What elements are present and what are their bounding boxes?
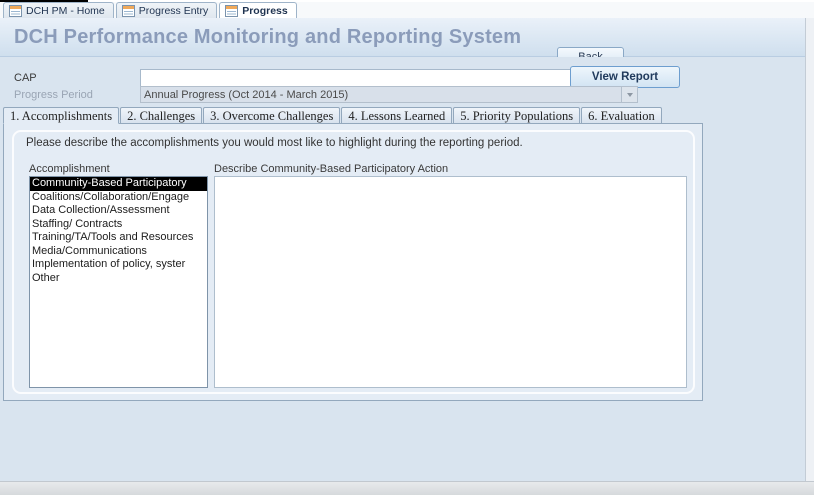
list-item[interactable]: Other bbox=[30, 272, 207, 286]
list-item[interactable]: Coalitions/Collaboration/Engage bbox=[30, 191, 207, 205]
chevron-down-icon bbox=[627, 93, 633, 97]
progress-period-label: Progress Period bbox=[14, 89, 93, 101]
document-tab-home[interactable]: DCH PM - Home bbox=[3, 2, 114, 18]
tab-challenges[interactable]: 2. Challenges bbox=[120, 107, 202, 124]
tab-lessons-learned[interactable]: 4. Lessons Learned bbox=[341, 107, 452, 124]
cap-label: CAP bbox=[14, 72, 37, 84]
vertical-scrollbar[interactable] bbox=[805, 18, 814, 481]
list-item[interactable]: Data Collection/Assessment bbox=[30, 204, 207, 218]
form-icon bbox=[9, 5, 22, 17]
tab-overcome-challenges[interactable]: 3. Overcome Challenges bbox=[203, 107, 340, 124]
list-item[interactable]: Community-Based Participatory bbox=[30, 177, 207, 191]
accomplishments-tab-page: Please describe the accomplishments you … bbox=[3, 123, 703, 401]
describe-label: Describe Community-Based Participatory A… bbox=[214, 163, 448, 175]
progress-period-value: Annual Progress (Oct 2014 - March 2015) bbox=[141, 87, 621, 102]
document-tab-label: DCH PM - Home bbox=[26, 5, 105, 17]
form-icon bbox=[225, 5, 238, 17]
describe-textarea[interactable] bbox=[214, 176, 687, 388]
tab-accomplishments[interactable]: 1. Accomplishments bbox=[3, 107, 119, 124]
document-tab-bar: DCH PM - Home Progress Entry Progress bbox=[0, 2, 814, 18]
list-item[interactable]: Staffing/ Contracts bbox=[30, 218, 207, 232]
form-body: CAP View Report Progress Period Annual P… bbox=[0, 57, 814, 481]
form-icon bbox=[122, 5, 135, 17]
page-title: DCH Performance Monitoring and Reporting… bbox=[14, 26, 521, 49]
cap-combobox-value bbox=[141, 70, 622, 86]
cap-combobox[interactable] bbox=[140, 69, 638, 87]
accomplishment-list-label: Accomplishment bbox=[29, 163, 110, 175]
view-report-button[interactable]: View Report bbox=[570, 66, 680, 88]
document-tab-label: Progress Entry bbox=[139, 5, 208, 17]
list-item[interactable]: Training/TA/Tools and Resources bbox=[30, 231, 207, 245]
document-tab-label: Progress bbox=[242, 5, 288, 17]
tab-evaluation[interactable]: 6. Evaluation bbox=[581, 107, 662, 124]
document-tab-progress-entry[interactable]: Progress Entry bbox=[116, 2, 217, 18]
progress-period-combobox: Annual Progress (Oct 2014 - March 2015) bbox=[140, 86, 638, 103]
window-bottom-bar bbox=[0, 481, 814, 495]
accomplishment-listbox[interactable]: Community-Based Participatory Coalitions… bbox=[29, 176, 208, 388]
app-window: DCH PM - Home Progress Entry Progress DC… bbox=[0, 0, 814, 495]
list-item[interactable]: Implementation of policy, syster bbox=[30, 258, 207, 272]
section-tab-strip: 1. Accomplishments 2. Challenges 3. Over… bbox=[3, 107, 663, 124]
progress-period-dropdown-button bbox=[621, 87, 637, 102]
form-header: DCH Performance Monitoring and Reporting… bbox=[0, 18, 814, 57]
instruction-text: Please describe the accomplishments you … bbox=[26, 137, 523, 149]
document-tab-progress[interactable]: Progress bbox=[219, 2, 297, 18]
list-item[interactable]: Media/Communications bbox=[30, 245, 207, 259]
tab-priority-populations[interactable]: 5. Priority Populations bbox=[453, 107, 580, 124]
